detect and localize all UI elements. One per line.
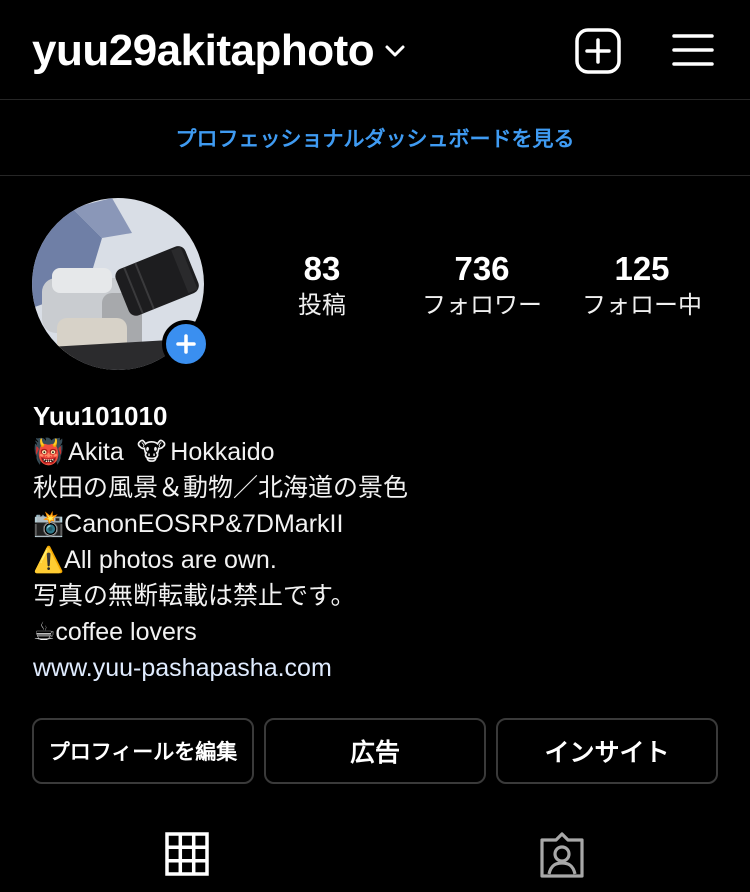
bio-line-coffee: ☕coffee lovers xyxy=(33,614,723,650)
coffee-emoji-icon: ☕ xyxy=(33,618,56,646)
following-count-label: フォロー中 xyxy=(582,292,702,319)
edit-profile-button[interactable]: プロフィールを編集 xyxy=(32,718,254,784)
bio-location-hokkaido: Hokkaido xyxy=(170,438,275,466)
top-header: yuu29akitaphoto xyxy=(0,0,750,100)
bio-line-description: 秋田の風景＆動物／北海道の景色 xyxy=(33,474,409,502)
new-post-icon[interactable] xyxy=(575,28,621,74)
posts-count-value: 83 xyxy=(303,250,341,287)
bio-line-camera: 📸CanonEOSRP&7DMarkII xyxy=(33,506,723,542)
warning-emoji-icon: ⚠️ xyxy=(33,546,65,574)
insights-button[interactable]: インサイト xyxy=(496,718,718,784)
hamburger-menu-icon[interactable] xyxy=(672,32,714,68)
profile-username: yuu29akitaphoto xyxy=(32,26,375,75)
ads-button[interactable]: 広告 xyxy=(264,718,486,784)
grid-icon[interactable] xyxy=(165,832,209,881)
bio-website-link[interactable]: www.yuu-pashapasha.com xyxy=(33,650,723,686)
professional-dashboard-link[interactable]: プロフェッショナルダッシュボードを見る xyxy=(176,123,575,153)
followers-count-label: フォロワー xyxy=(422,292,542,319)
bio-camera-text: CanonEOSRP&7DMarkII xyxy=(64,510,344,538)
chevron-down-icon xyxy=(384,44,406,63)
camera-flash-emoji-icon: 📸 xyxy=(33,510,65,538)
bio-photos-text: All photos are own. xyxy=(64,546,277,574)
oni-emoji-icon: 👹 xyxy=(33,438,65,466)
posts-count[interactable]: 83 投稿 xyxy=(237,248,407,322)
bio-line-photos: ⚠️All photos are own. xyxy=(33,542,723,578)
posts-count-label: 投稿 xyxy=(298,292,346,319)
followers-count-value: 736 xyxy=(454,250,510,287)
followers-count[interactable]: 736 フォロワー xyxy=(397,248,567,322)
following-count[interactable]: 125 フォロー中 xyxy=(557,248,727,322)
bio-location-akita: Akita xyxy=(68,438,124,466)
add-story-icon[interactable] xyxy=(162,320,210,368)
tagged-person-icon[interactable] xyxy=(538,832,586,885)
following-count-value: 125 xyxy=(614,250,670,287)
profile-display-name: Yuu101010 xyxy=(33,401,168,431)
cow-emoji-icon: 🐮 xyxy=(136,438,167,466)
professional-dashboard-bar: プロフェッショナルダッシュボードを見る xyxy=(0,100,750,176)
profile-bio: Yuu101010 👹 Akita 🐮 Hokkaido 秋田の風景＆動物／北海道の… xyxy=(33,398,723,686)
bio-line-copyright: 写真の無断転載は禁止です。 xyxy=(33,582,356,610)
bio-coffee-text: coffee lovers xyxy=(55,618,197,646)
bio-line-location: 👹 Akita 🐮 Hokkaido xyxy=(33,434,723,470)
account-switcher[interactable]: yuu29akitaphoto xyxy=(32,26,406,76)
